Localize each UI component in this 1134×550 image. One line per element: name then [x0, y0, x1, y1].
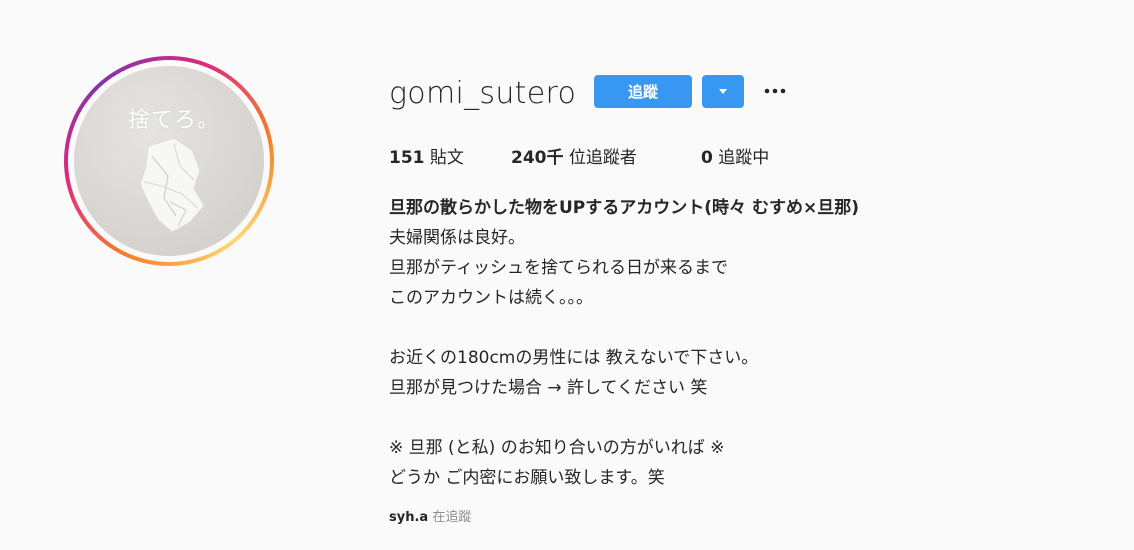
followed-by[interactable]: syh.a 在追蹤 [389, 506, 471, 525]
posts-count-value: 151 [389, 148, 425, 168]
bio-line: 旦那がティッシュを捨てられる日が来るまで [389, 258, 728, 278]
bio-line: お近くの180cmの男性には 教えないで下さい。 [389, 348, 759, 368]
following-link[interactable]: 0 追蹤中 [701, 143, 769, 168]
bio-line: どうか ご内密にお願い致します。笑 [389, 468, 665, 488]
posts-count-label: 貼文 [429, 148, 464, 168]
follow-button[interactable]: 追蹤 [594, 75, 692, 108]
bio-line: 旦那が見つけた場合 → 許してください 笑 [389, 378, 708, 398]
followers-count-label: 位追蹤者 [568, 148, 637, 168]
followed-by-user[interactable]: syh.a [389, 510, 428, 525]
bio-line [389, 313, 1109, 343]
profile-page: 捨てろ。 gomi_sutero 追蹤 151 貼文 240千 位追蹤者 0 追… [0, 0, 1134, 550]
followed-by-label: 在追蹤 [432, 510, 472, 525]
followers-link[interactable]: 240千 位追蹤者 [511, 143, 637, 168]
following-count-value: 0 [701, 148, 713, 168]
bio-line: このアカウントは続く。。。 [389, 288, 593, 308]
bio-line [389, 403, 1109, 433]
caret-down-icon [719, 89, 727, 94]
following-count-label: 追蹤中 [718, 148, 770, 168]
ellipsis-icon [764, 88, 786, 94]
bio-line: ※ 旦那 (と私) のお知り合いの方がいれば ※ [389, 438, 725, 458]
avatar-caption: 捨てろ。 [128, 108, 221, 133]
posts-count: 151 貼文 [389, 143, 464, 168]
profile-username: gomi_sutero [389, 76, 577, 111]
suggestions-dropdown-button[interactable] [702, 75, 744, 108]
bio-title: 旦那の散らかした物をUPするアカウント(時々 むすめ×旦那) [389, 198, 859, 218]
more-options-button[interactable] [760, 78, 790, 104]
profile-bio: 旦那の散らかした物をUPするアカウント(時々 むすめ×旦那) 夫婦関係は良好。 … [389, 193, 1109, 493]
avatar[interactable]: 捨てろ。 [64, 56, 274, 266]
avatar-image: 捨てろ。 [74, 66, 264, 256]
bio-line: 夫婦関係は良好。 [389, 228, 525, 248]
followers-count-value: 240千 [511, 148, 564, 168]
tissue-illustration [139, 137, 205, 233]
